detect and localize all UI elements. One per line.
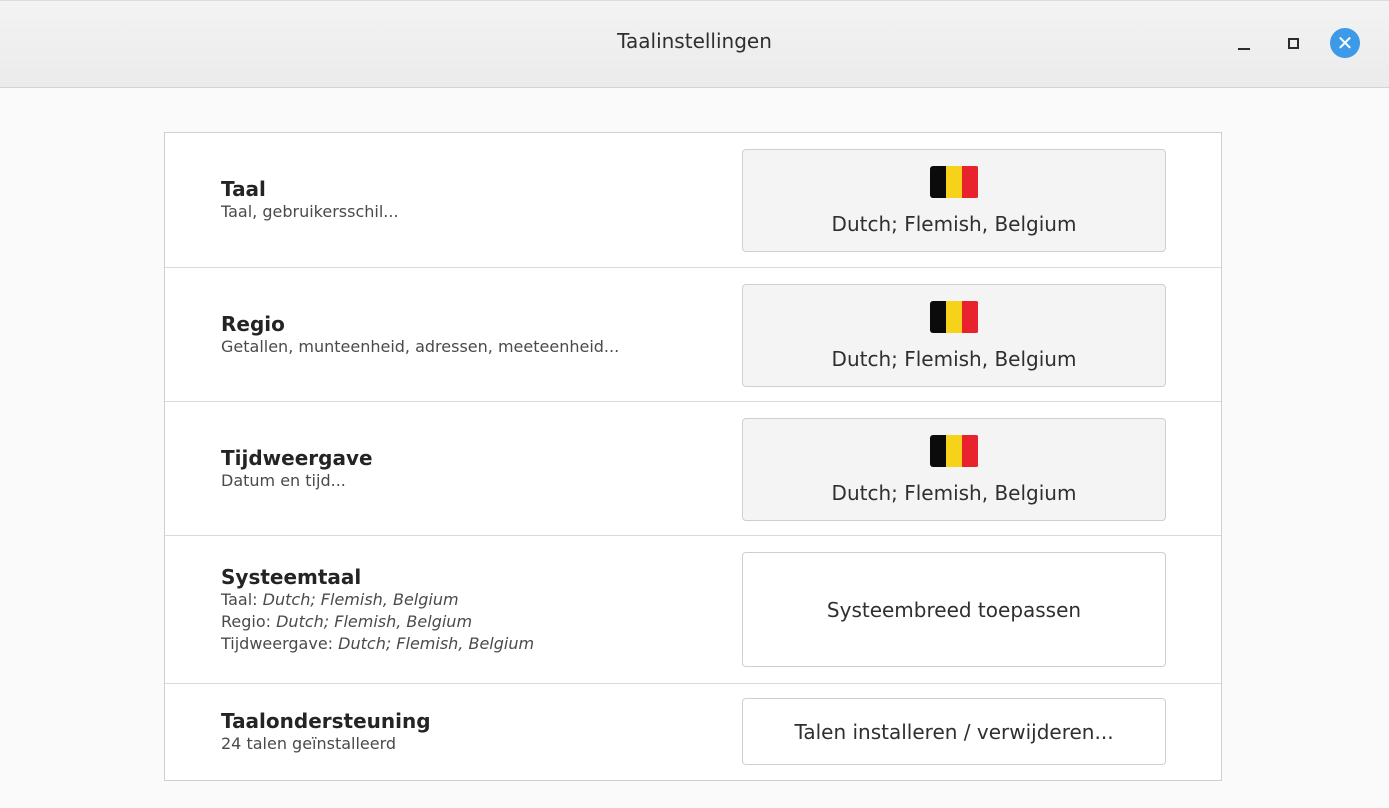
time-format-label-block: Tijdweergave Datum en tijd... bbox=[221, 402, 721, 535]
time-format-title: Tijdweergave bbox=[221, 445, 373, 470]
language-row: Taal Taal, gebruikersschil... Dutch; Fle… bbox=[165, 133, 1221, 268]
time-format-select-button[interactable]: Dutch; Flemish, Belgium bbox=[742, 418, 1166, 521]
language-support-row: Taalondersteuning 24 talen geïnstalleerd… bbox=[165, 684, 1221, 780]
system-region-line: Regio: Dutch; Flemish, Belgium bbox=[221, 611, 721, 633]
language-select-button[interactable]: Dutch; Flemish, Belgium bbox=[742, 149, 1166, 252]
language-label-block: Taal Taal, gebruikersschil... bbox=[221, 133, 721, 267]
install-remove-languages-button[interactable]: Talen installeren / verwijderen... bbox=[742, 698, 1166, 765]
region-button-label: Dutch; Flemish, Belgium bbox=[831, 346, 1077, 371]
minimize-button[interactable] bbox=[1227, 26, 1261, 60]
belgium-flag-icon bbox=[929, 434, 979, 467]
system-time-format-line-value: Dutch; Flemish, Belgium bbox=[338, 633, 535, 653]
minimize-icon bbox=[1238, 48, 1250, 50]
language-support-label-block: Taalondersteuning 24 talen geïnstalleerd bbox=[221, 684, 721, 780]
language-support-title: Taalondersteuning bbox=[221, 709, 431, 733]
install-remove-languages-label: Talen installeren / verwijderen... bbox=[794, 719, 1114, 744]
system-region-line-prefix: Regio: bbox=[221, 611, 277, 631]
system-language-row: Systeemtaal Taal: Dutch; Flemish, Belgiu… bbox=[165, 536, 1221, 684]
system-language-line: Taal: Dutch; Flemish, Belgium bbox=[221, 589, 721, 611]
close-icon: ✕ bbox=[1330, 28, 1360, 58]
region-label-block: Regio Getallen, munteenheid, adressen, m… bbox=[221, 268, 721, 401]
window-title: Taalinstellingen bbox=[617, 29, 772, 53]
region-row: Regio Getallen, munteenheid, adressen, m… bbox=[165, 268, 1221, 402]
system-language-line-prefix: Taal: bbox=[221, 589, 263, 609]
maximize-button[interactable] bbox=[1276, 26, 1310, 60]
title-bar: Taalinstellingen ✕ bbox=[0, 0, 1389, 88]
language-title: Taal bbox=[221, 177, 266, 201]
region-title: Regio bbox=[221, 311, 285, 336]
region-description: Getallen, munteenheid, adressen, meeteen… bbox=[221, 336, 620, 356]
time-format-description: Datum en tijd... bbox=[221, 470, 346, 490]
system-language-title: Systeemtaal bbox=[221, 564, 362, 589]
system-region-line-value: Dutch; Flemish, Belgium bbox=[276, 611, 473, 631]
time-format-row: Tijdweergave Datum en tijd... Dutch; Fle… bbox=[165, 402, 1221, 536]
settings-panel: Taal Taal, gebruikersschil... Dutch; Fle… bbox=[164, 132, 1222, 781]
time-format-button-label: Dutch; Flemish, Belgium bbox=[831, 480, 1077, 505]
close-button[interactable]: ✕ bbox=[1328, 26, 1362, 60]
belgium-flag-icon bbox=[929, 165, 979, 198]
language-button-label: Dutch; Flemish, Belgium bbox=[831, 211, 1077, 236]
language-description: Taal, gebruikersschil... bbox=[221, 202, 399, 221]
belgium-flag-icon bbox=[929, 300, 979, 333]
language-support-description: 24 talen geïnstalleerd bbox=[221, 734, 397, 753]
system-language-label-block: Systeemtaal Taal: Dutch; Flemish, Belgiu… bbox=[221, 536, 721, 683]
system-time-format-line: Tijdweergave: Dutch; Flemish, Belgium bbox=[221, 633, 721, 655]
apply-system-wide-button[interactable]: Systeembreed toepassen bbox=[742, 552, 1166, 667]
system-language-line-value: Dutch; Flemish, Belgium bbox=[262, 589, 459, 609]
region-select-button[interactable]: Dutch; Flemish, Belgium bbox=[742, 284, 1166, 387]
system-time-format-line-prefix: Tijdweergave: bbox=[221, 633, 339, 653]
apply-system-wide-label: Systeembreed toepassen bbox=[826, 597, 1082, 622]
maximize-icon bbox=[1287, 37, 1299, 49]
